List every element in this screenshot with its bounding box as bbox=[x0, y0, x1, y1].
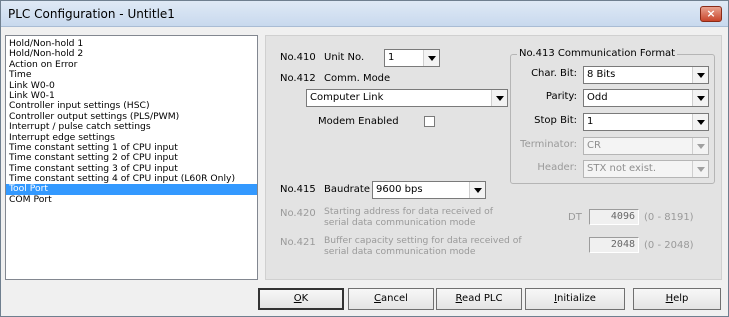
list-item[interactable]: COM Port bbox=[6, 194, 257, 205]
unit-no-value: 1 bbox=[388, 52, 395, 63]
baudrate-value: 9600 bps bbox=[376, 184, 423, 195]
no420-label: No.420 bbox=[280, 208, 316, 219]
initialize-label: nitialize bbox=[557, 293, 596, 304]
dt-address-value: 4096 bbox=[610, 211, 635, 222]
chevron-down-icon bbox=[692, 161, 708, 177]
dt-range: (0 - 8191) bbox=[644, 212, 694, 223]
communication-format-group: No.413 Communication Format Char. Bit: 8… bbox=[510, 48, 715, 184]
modem-enabled-checkbox[interactable] bbox=[424, 116, 435, 127]
no420-description-line1: Starting address for data received of bbox=[324, 206, 493, 217]
cancel-button[interactable]: Cancel bbox=[348, 288, 434, 310]
char-bit-select[interactable]: 8 Bits bbox=[583, 66, 709, 84]
comm-mode-label: Comm. Mode bbox=[324, 73, 391, 84]
dt-label: DT bbox=[568, 212, 582, 223]
parity-value: Odd bbox=[587, 92, 608, 103]
help-button[interactable]: Help bbox=[633, 288, 721, 310]
chevron-down-icon[interactable] bbox=[692, 67, 708, 83]
char-bit-value: 8 Bits bbox=[587, 69, 616, 80]
unit-no-select[interactable]: 1 bbox=[384, 49, 440, 67]
chevron-down-icon bbox=[692, 138, 708, 154]
stop-bit-select[interactable]: 1 bbox=[583, 113, 709, 131]
tool-port-settings-panel: No.410 Unit No. 1 No.412 Comm. Mode Comp… bbox=[265, 35, 722, 280]
no421-description-line1: Buffer capacity setting for data receive… bbox=[324, 235, 522, 246]
terminator-label: Terminator: bbox=[520, 139, 577, 150]
no415-label: No.415 bbox=[280, 184, 316, 195]
parity-select[interactable]: Odd bbox=[583, 89, 709, 107]
buffer-capacity-value: 2048 bbox=[610, 239, 635, 250]
read-plc-button[interactable]: Read PLC bbox=[436, 288, 522, 310]
ok-mnemonic: O bbox=[293, 293, 302, 304]
baudrate-select[interactable]: 9600 bps bbox=[372, 181, 486, 199]
comm-mode-select[interactable]: Computer Link bbox=[306, 89, 508, 107]
ok-button[interactable]: OK bbox=[258, 288, 344, 310]
chevron-down-icon[interactable] bbox=[692, 90, 708, 106]
initialize-button[interactable]: Initialize bbox=[525, 288, 625, 310]
header-value: STX not exist. bbox=[587, 163, 657, 174]
dialog-body: Hold/Non-hold 1 Hold/Non-hold 2 Action on … bbox=[5, 33, 724, 314]
window-title: PLC Configuration - Untitle1 bbox=[8, 7, 175, 21]
char-bit-label: Char. Bit: bbox=[531, 68, 577, 79]
list-item[interactable]: Time bbox=[6, 69, 257, 80]
header-select: STX not exist. bbox=[583, 160, 709, 178]
settings-list[interactable]: Hold/Non-hold 1 Hold/Non-hold 2 Action on … bbox=[5, 35, 258, 280]
close-button[interactable]: × bbox=[700, 6, 722, 22]
communication-format-title: No.413 Communication Format bbox=[517, 48, 678, 59]
list-item[interactable]: Interrupt / pulse catch settings bbox=[6, 121, 257, 132]
chevron-down-icon[interactable] bbox=[423, 50, 439, 66]
header-label: Header: bbox=[537, 162, 577, 173]
terminator-value: CR bbox=[587, 140, 601, 151]
chevron-down-icon[interactable] bbox=[469, 182, 485, 198]
title-bar[interactable]: PLC Configuration - Untitle1 × bbox=[1, 1, 728, 27]
chevron-down-icon[interactable] bbox=[692, 114, 708, 130]
cancel-label: ancel bbox=[381, 293, 408, 304]
close-icon: × bbox=[706, 7, 716, 20]
parity-label: Parity: bbox=[545, 91, 577, 102]
no410-label: No.410 bbox=[280, 52, 316, 63]
no421-label: No.421 bbox=[280, 237, 316, 248]
no412-label: No.412 bbox=[280, 73, 316, 84]
comm-mode-value: Computer Link bbox=[310, 92, 384, 103]
read-plc-label: ead PLC bbox=[462, 293, 503, 304]
baudrate-label: Baudrate bbox=[324, 184, 370, 195]
dt-address-field: 4096 bbox=[589, 209, 639, 225]
stop-bit-label: Stop Bit: bbox=[534, 115, 577, 126]
stop-bit-value: 1 bbox=[587, 116, 594, 127]
help-mnemonic: H bbox=[665, 293, 674, 304]
plc-configuration-window: PLC Configuration - Untitle1 × Hold/Non-… bbox=[0, 0, 729, 317]
no420-description-line2: serial data communication mode bbox=[324, 217, 476, 228]
modem-enabled-label: Modem Enabled bbox=[318, 116, 399, 127]
cancel-mnemonic: C bbox=[374, 293, 382, 304]
list-item[interactable]: Action on Error bbox=[6, 59, 257, 70]
terminator-select: CR bbox=[583, 137, 709, 155]
unit-no-label: Unit No. bbox=[324, 52, 365, 63]
no421-description-line2: serial data communication mode bbox=[324, 246, 476, 257]
chevron-down-icon[interactable] bbox=[491, 90, 507, 106]
ok-label: K bbox=[301, 293, 309, 304]
help-label: elp bbox=[673, 293, 689, 304]
buffer-capacity-field: 2048 bbox=[589, 237, 639, 253]
buffer-range: (0 - 2048) bbox=[644, 240, 694, 251]
